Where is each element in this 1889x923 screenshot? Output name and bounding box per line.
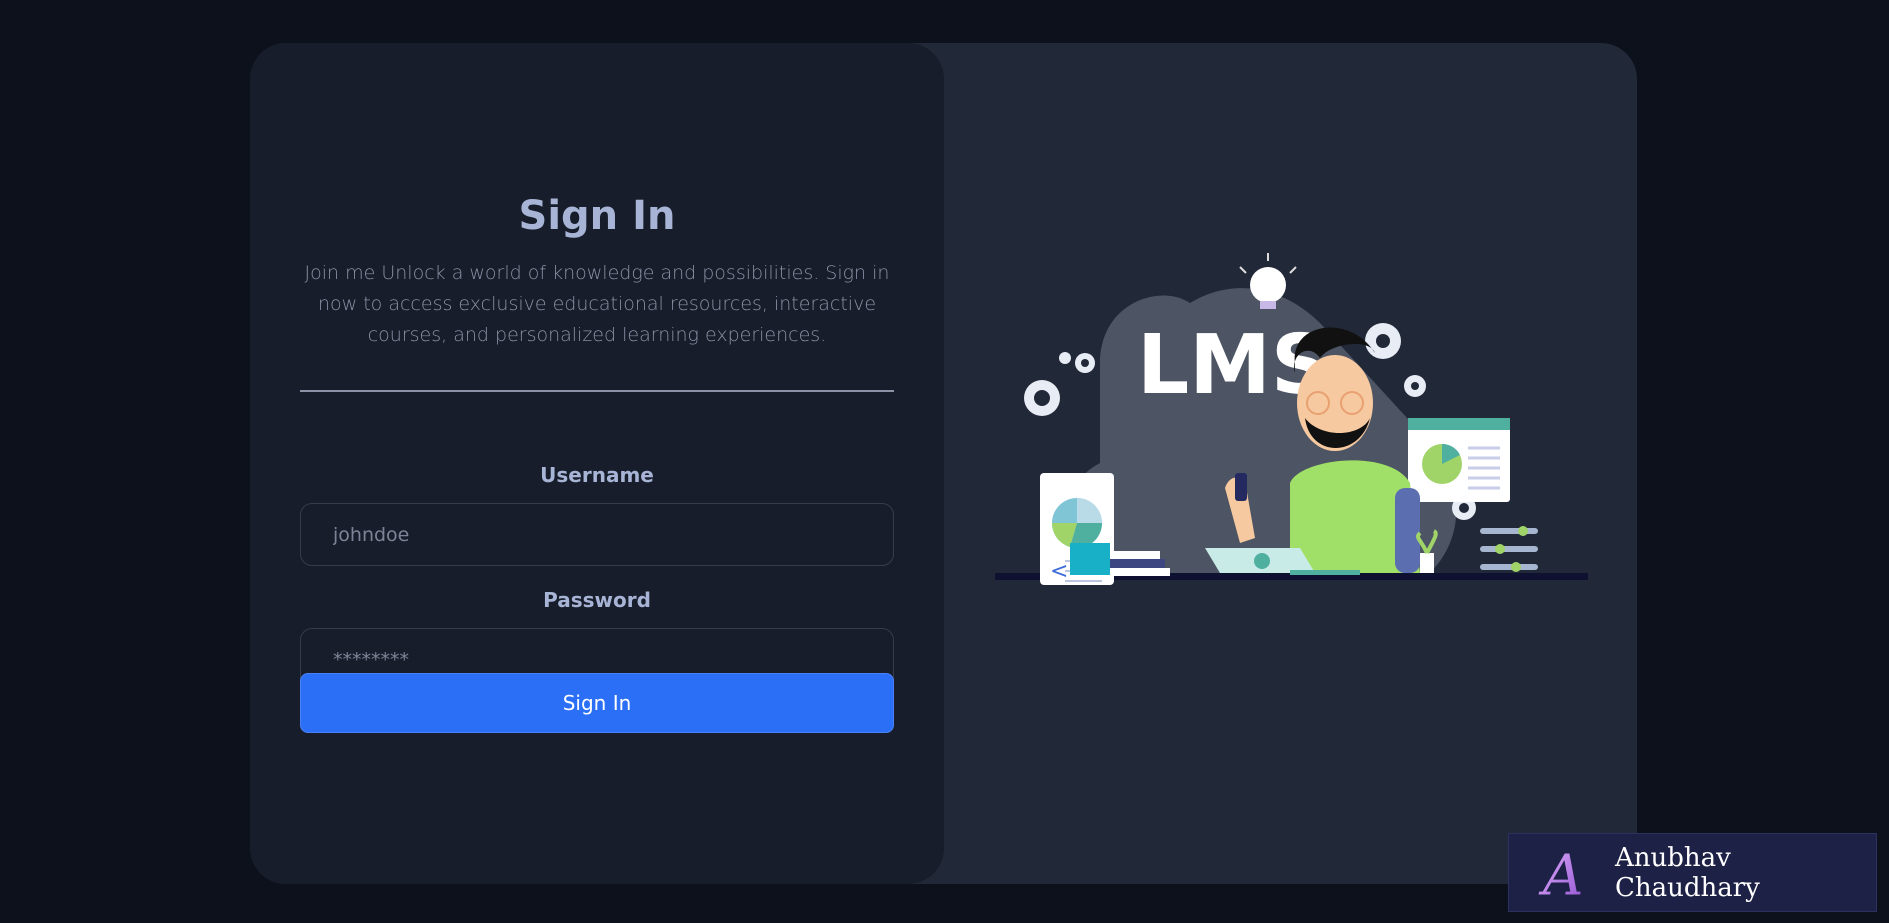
svg-text:A: A [1538, 843, 1584, 903]
author-name: Anubhav Chaudhary [1614, 842, 1760, 903]
signin-panel: Sign In Join me Unlock a world of knowle… [250, 43, 944, 884]
lms-illustration: LMS < [995, 253, 1588, 585]
divider [300, 390, 894, 392]
svg-text:<: < [1050, 559, 1068, 584]
signin-button[interactable]: Sign In [300, 673, 894, 733]
author-badge: A Anubhav Chaudhary [1508, 833, 1877, 912]
login-card: Sign In Join me Unlock a world of knowle… [250, 43, 1637, 884]
dashboard-card-icon [1408, 418, 1510, 502]
username-input[interactable] [300, 503, 894, 566]
slider-icons [1480, 526, 1538, 572]
page-title: Sign In [518, 193, 676, 239]
username-label: Username [540, 463, 654, 487]
signin-description: Join me Unlock a world of knowledge and … [304, 262, 890, 346]
author-logo-icon: A [1538, 843, 1584, 903]
password-label: Password [543, 588, 651, 612]
